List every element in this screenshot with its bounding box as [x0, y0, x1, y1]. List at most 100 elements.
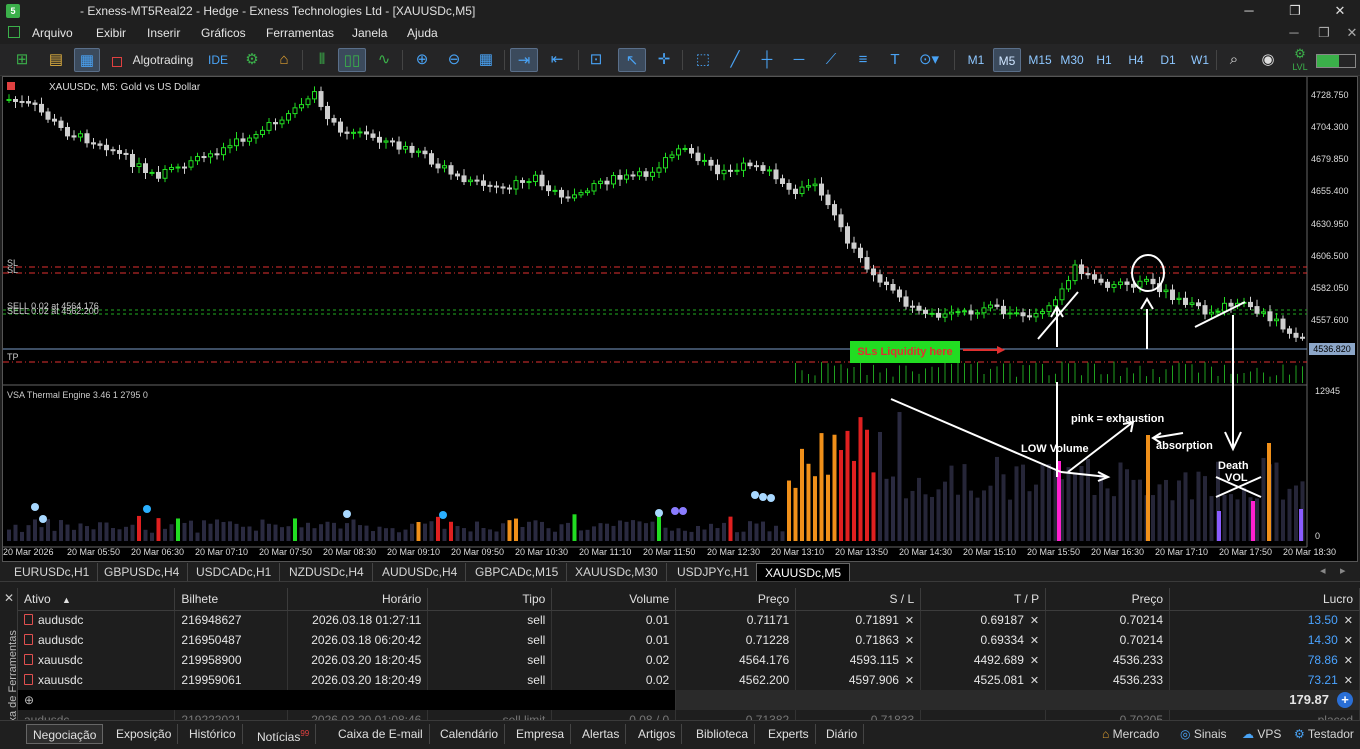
timeframe-m15[interactable]: M15 [1026, 48, 1054, 72]
trendline-icon[interactable]: ╱ [722, 48, 748, 72]
market-bag-icon[interactable]: ⌂ [272, 48, 296, 72]
tab-artigos[interactable]: Artigos [632, 724, 683, 744]
toolbox-close-icon[interactable]: ✕ [4, 591, 14, 605]
table-row[interactable]: audusdc 216948627 2026.03.18 01:27:11 se… [18, 610, 1360, 630]
col-horario[interactable]: Horário [287, 588, 429, 611]
chart-shift-icon[interactable]: ⇤ [544, 48, 570, 72]
market-watch-icon[interactable]: ▦ [74, 48, 100, 72]
menu-arquivo[interactable]: Arquivo [32, 26, 73, 40]
timeframe-m30[interactable]: M30 [1058, 48, 1086, 72]
tab-diario[interactable]: Diário [820, 724, 865, 744]
chart-tab[interactable]: EURUSDc,H1 [6, 563, 99, 581]
price-chart[interactable] [3, 77, 1357, 561]
tab-negociacao[interactable]: Negociação [26, 724, 104, 744]
chart-tab[interactable]: AUDUSDc,H4 [374, 563, 467, 581]
close-position-icon[interactable]: ✕ [1344, 655, 1353, 667]
text-tool-icon[interactable]: T [882, 48, 908, 72]
tab-noticias[interactable]: Notícias99 [251, 724, 317, 744]
remove-tp-icon[interactable]: ✕ [1030, 635, 1039, 647]
menu-janela[interactable]: Janela [352, 26, 387, 40]
menu-ferramentas[interactable]: Ferramentas [266, 26, 334, 40]
timeframe-h1[interactable]: H1 [1090, 48, 1118, 72]
chart-tab[interactable]: GBPUSDc,H4 [96, 563, 189, 581]
status-testador[interactable]: ⚙ Testador [1294, 727, 1354, 741]
settings-gear-icon[interactable]: ⚙ [240, 48, 264, 72]
table-row[interactable]: xauusdc 219958900 2026.03.20 18:20:45 se… [18, 650, 1360, 670]
col-preco[interactable]: Preço [675, 588, 797, 611]
remove-tp-icon[interactable]: ✕ [1030, 675, 1039, 687]
line-chart-icon[interactable]: ∿ [372, 48, 396, 72]
remove-sl-icon[interactable]: ✕ [905, 635, 914, 647]
timeframe-m1[interactable]: M1 [962, 48, 990, 72]
horizontal-line-icon[interactable]: ─ [786, 48, 812, 72]
col-tp[interactable]: T / P [920, 588, 1047, 611]
tabs-scroll-left-icon[interactable]: ◂ [1320, 564, 1326, 577]
chart-tab[interactable]: GBPCADc,M15 [467, 563, 568, 581]
restore-button[interactable]: ❐ [1275, 0, 1315, 22]
cursor-icon[interactable]: ↖ [618, 48, 646, 72]
close-position-icon[interactable]: ✕ [1344, 615, 1353, 627]
col-lucro[interactable]: Lucro [1169, 588, 1360, 611]
col-volume[interactable]: Volume [551, 588, 677, 611]
add-order-icon[interactable]: + [1337, 692, 1353, 708]
chart-tab[interactable]: USDJPYc,H1 [669, 563, 759, 581]
remove-sl-icon[interactable]: ✕ [905, 615, 914, 627]
chart-tab[interactable]: USDCADc,H1 [188, 563, 281, 581]
search-icon[interactable]: ⌕ [1222, 48, 1246, 72]
select-area-icon[interactable]: ⬚ [690, 48, 716, 72]
chart-icon[interactable] [8, 26, 20, 38]
remove-tp-icon[interactable]: ✕ [1030, 615, 1039, 627]
algotrading-button[interactable]: Algotrading [130, 48, 196, 72]
remove-sl-icon[interactable]: ✕ [905, 655, 914, 667]
chart-tab[interactable]: NZDUSDc,H4 [281, 563, 373, 581]
table-row[interactable]: audusdc 216950487 2026.03.18 06:20:42 se… [18, 630, 1360, 650]
vertical-line-icon[interactable]: ┼ [754, 48, 780, 72]
menu-graficos[interactable]: Gráficos [201, 26, 246, 40]
screenshot-icon[interactable]: ⊡ [584, 48, 608, 72]
tab-empresa[interactable]: Empresa [510, 724, 572, 744]
child-close-button[interactable]: ✕ [1332, 22, 1360, 44]
zoom-out-icon[interactable]: ⊖ [442, 48, 466, 72]
tab-alertas[interactable]: Alertas [576, 724, 627, 744]
table-row[interactable]: xauusdc 219959061 2026.03.20 18:20:49 se… [18, 670, 1360, 690]
zoom-in-icon[interactable]: ⊕ [410, 48, 434, 72]
expand-icon[interactable]: ⊕ [24, 693, 34, 707]
timeframe-w1[interactable]: W1 [1186, 48, 1214, 72]
grid-icon[interactable]: ▦ [474, 48, 498, 72]
shapes-icon[interactable]: ⊙▾ [912, 48, 946, 72]
status-sinais[interactable]: ◎ Sinais [1180, 727, 1227, 741]
col-ativo[interactable]: Ativo ▲ [18, 588, 176, 611]
fibonacci-icon[interactable]: ≡ [850, 48, 876, 72]
tabs-scroll-right-icon[interactable]: ▸ [1340, 564, 1346, 577]
profiles-icon[interactable]: ▤ [44, 48, 68, 72]
timeframe-h4[interactable]: H4 [1122, 48, 1150, 72]
status-mercado[interactable]: ⌂ Mercado [1102, 727, 1159, 741]
bar-chart-icon[interactable]: ⫴ [310, 48, 334, 72]
menu-inserir[interactable]: Inserir [147, 26, 180, 40]
crosshair-icon[interactable]: ✛ [652, 48, 676, 72]
tab-caixa-email[interactable]: Caixa de E-mail [332, 724, 430, 744]
timeframe-d1[interactable]: D1 [1154, 48, 1182, 72]
close-button[interactable]: ✕ [1320, 0, 1360, 22]
col-sl[interactable]: S / L [795, 588, 922, 611]
menu-exibir[interactable]: Exibir [96, 26, 126, 40]
tab-biblioteca[interactable]: Biblioteca [690, 724, 756, 744]
tab-historico[interactable]: Histórico [183, 724, 243, 744]
close-position-icon[interactable]: ✕ [1344, 635, 1353, 647]
menu-ajuda[interactable]: Ajuda [407, 26, 438, 40]
account-icon[interactable]: ◉ [1256, 48, 1280, 72]
tab-calendario[interactable]: Calendário [434, 724, 506, 744]
tab-exposicao[interactable]: Exposição [110, 724, 179, 744]
autoscroll-icon[interactable]: ⇥ [510, 48, 538, 72]
chart-tab[interactable]: XAUUSDc,M30 [567, 563, 667, 581]
remove-tp-icon[interactable]: ✕ [1030, 655, 1039, 667]
chart-window[interactable]: XAUUSDc, M5: Gold vs US Dollar SL SL SEL… [2, 76, 1358, 562]
status-vps[interactable]: ☁ VPS [1242, 727, 1281, 741]
col-bilhete[interactable]: Bilhete [174, 588, 289, 611]
ide-button[interactable]: IDE [205, 48, 231, 72]
col-preco-atual[interactable]: Preço [1045, 588, 1171, 611]
candlestick-icon[interactable]: ▯▯ [338, 48, 366, 72]
chart-tab-active[interactable]: XAUUSDc,M5 [756, 563, 851, 581]
channel-icon[interactable]: ⟋ [818, 48, 844, 72]
close-position-icon[interactable]: ✕ [1344, 675, 1353, 687]
